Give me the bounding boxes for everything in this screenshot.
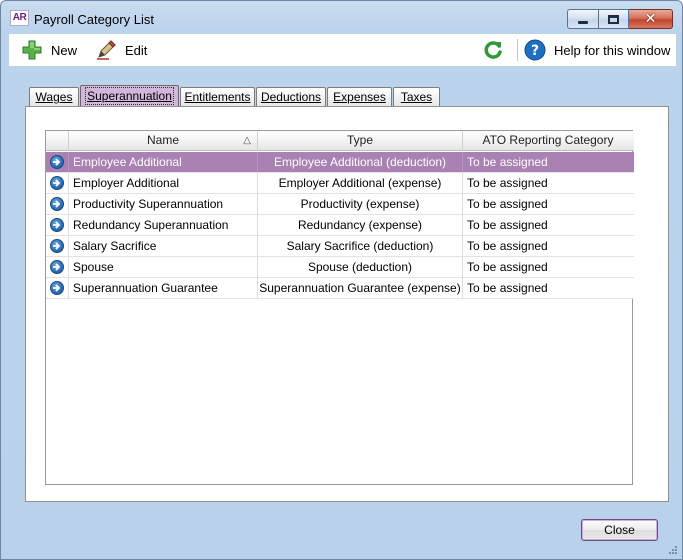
- zoom-arrow-icon[interactable]: [50, 281, 64, 295]
- minimize-button[interactable]: [567, 9, 599, 29]
- app-logo: AR: [10, 10, 29, 26]
- title-bar[interactable]: AR Payroll Category List ✕: [1, 1, 682, 33]
- zoom-arrow-icon[interactable]: [50, 218, 64, 232]
- row-ato-category: To be assigned: [467, 281, 548, 295]
- minimize-icon: [578, 20, 588, 24]
- column-header-type[interactable]: Type: [258, 131, 463, 151]
- header-icon-column: [46, 131, 69, 151]
- row-name: Employee Additional: [69, 152, 258, 172]
- table-row[interactable]: Employer Additional Employer Additional …: [46, 173, 634, 194]
- superannuation-panel: Name △ Type ATO Reporting Category Emplo…: [25, 106, 669, 502]
- row-type: Salary Sacrifice (deduction): [258, 236, 463, 256]
- column-header-name[interactable]: Name △: [69, 131, 258, 151]
- tab-expenses[interactable]: Expenses: [327, 87, 392, 107]
- tab-taxes[interactable]: Taxes: [393, 87, 440, 107]
- row-name: Spouse: [69, 257, 258, 277]
- table-row[interactable]: Superannuation Guarantee Superannuation …: [46, 278, 634, 299]
- window-close-button[interactable]: ✕: [629, 9, 673, 29]
- row-ato-category: To be assigned: [467, 218, 548, 232]
- row-ato-category: To be assigned: [467, 176, 548, 190]
- row-ato-category: To be assigned: [467, 239, 548, 253]
- new-button[interactable]: New: [21, 37, 77, 63]
- table-row[interactable]: Redundancy Superannuation Redundancy (ex…: [46, 215, 634, 236]
- row-type: Superannuation Guarantee (expense): [258, 278, 463, 298]
- row-type: Redundancy (expense): [258, 215, 463, 235]
- help-icon: ?: [524, 39, 546, 61]
- row-name: Superannuation Guarantee: [69, 278, 258, 298]
- tab-deductions[interactable]: Deductions: [256, 87, 326, 107]
- table-row[interactable]: Spouse Spouse (deduction) To be assigned: [46, 257, 634, 278]
- row-type: Spouse (deduction): [258, 257, 463, 277]
- payroll-category-grid: Name △ Type ATO Reporting Category Emplo…: [45, 130, 634, 485]
- zoom-arrow-icon[interactable]: [50, 260, 64, 274]
- zoom-arrow-icon[interactable]: [50, 155, 64, 169]
- toolbar-separator: [517, 39, 518, 61]
- help-button[interactable]: ? Help for this window: [524, 37, 670, 63]
- pencil-icon: [97, 40, 116, 60]
- edit-label: Edit: [125, 42, 148, 58]
- row-type: Employer Additional (expense): [258, 173, 463, 193]
- grid-header: Name △ Type ATO Reporting Category: [46, 131, 634, 151]
- zoom-arrow-icon[interactable]: [50, 176, 64, 190]
- row-name: Employer Additional: [69, 173, 258, 193]
- close-icon: ✕: [644, 11, 657, 27]
- table-row[interactable]: Productivity Superannuation Productivity…: [46, 194, 634, 215]
- payroll-category-list-window: AR Payroll Category List ✕ New Edit ? He…: [0, 0, 683, 560]
- maximize-button[interactable]: [599, 9, 629, 29]
- refresh-button[interactable]: [482, 37, 512, 63]
- tab-entitlements[interactable]: Entitlements: [180, 87, 255, 107]
- row-ato-category: To be assigned: [467, 260, 548, 274]
- window-title: Payroll Category List: [34, 12, 154, 27]
- grid-rows: Employee Additional Employee Additional …: [46, 152, 634, 299]
- row-name: Productivity Superannuation: [69, 194, 258, 214]
- close-button[interactable]: Close: [581, 519, 658, 541]
- toolbar: New Edit ? Help for this window: [9, 34, 676, 66]
- tab-wages[interactable]: Wages: [29, 87, 79, 107]
- svg-text:?: ?: [531, 43, 539, 59]
- help-label: Help for this window: [554, 42, 671, 58]
- row-name: Redundancy Superannuation: [69, 215, 258, 235]
- refresh-icon: [484, 41, 502, 59]
- table-row[interactable]: Salary Sacrifice Salary Sacrifice (deduc…: [46, 236, 634, 257]
- tab-superannuation[interactable]: Superannuation: [80, 85, 179, 108]
- row-ato-category: To be assigned: [467, 197, 548, 211]
- edit-button[interactable]: Edit: [95, 37, 147, 63]
- table-row[interactable]: Employee Additional Employee Additional …: [46, 152, 634, 173]
- resize-grip-icon[interactable]: [668, 545, 678, 555]
- row-name: Salary Sacrifice: [69, 236, 258, 256]
- row-type: Productivity (expense): [258, 194, 463, 214]
- column-header-ato-reporting-category[interactable]: ATO Reporting Category: [463, 131, 633, 151]
- zoom-arrow-icon[interactable]: [50, 197, 64, 211]
- plus-icon: [22, 40, 42, 60]
- row-ato-category: To be assigned: [467, 155, 548, 169]
- maximize-icon: [608, 14, 619, 24]
- sort-ascending-icon: △: [243, 135, 251, 146]
- new-label: New: [51, 42, 78, 58]
- zoom-arrow-icon[interactable]: [50, 239, 64, 253]
- row-type: Employee Additional (deduction): [258, 152, 463, 172]
